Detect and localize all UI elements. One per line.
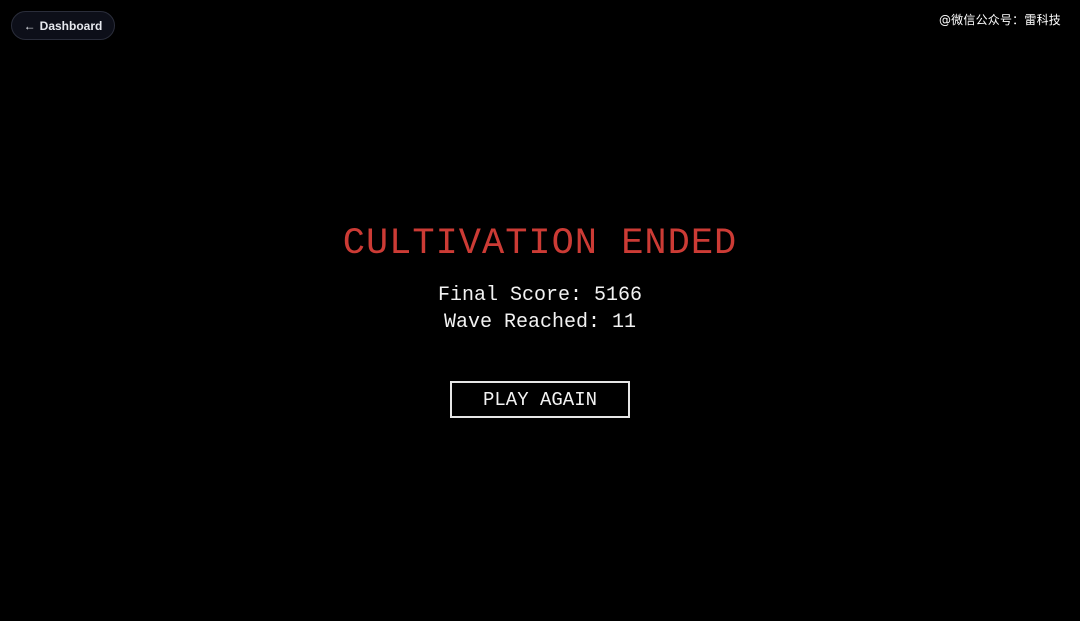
final-score-value: 5166 <box>594 284 643 307</box>
game-over-title: CULTIVATION ENDED <box>342 223 738 265</box>
final-score-label: Final Score: <box>437 284 582 307</box>
wave-reached-label: Wave Reached: <box>443 311 600 334</box>
arrow-left-icon: ← <box>23 18 36 33</box>
back-to-dashboard-button[interactable]: ← Dashboard <box>11 11 115 40</box>
wave-reached-line: Wave Reached: 11 <box>0 311 1080 335</box>
back-to-dashboard-label: Dashboard <box>39 18 103 33</box>
play-again-button[interactable]: PLAY AGAIN <box>450 381 630 418</box>
wave-reached-value: 11 <box>612 311 637 334</box>
final-score-line: Final Score: 5166 <box>0 284 1080 308</box>
watermark-text: @微信公众号：雷科技 <box>938 13 1061 27</box>
